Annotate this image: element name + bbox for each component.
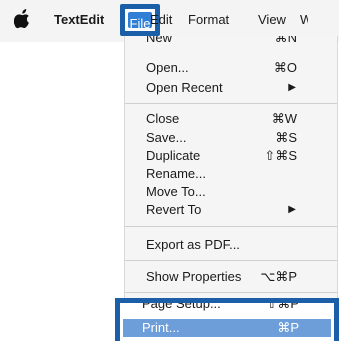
menu-item-move-to[interactable]: Move To... [125,184,337,200]
menu-view[interactable]: View [258,12,286,28]
menu-item-duplicate[interactable]: Duplicate ⇧⌘S [125,148,337,164]
menu-item-open-recent[interactable]: Open Recent ▶ [125,80,337,96]
menu-separator [125,292,337,293]
menu-separator [125,103,337,104]
menu-item-print[interactable]: Print... ⌘P [123,319,331,337]
menu-item-revert-to[interactable]: Revert To ▶ [125,202,337,218]
menu-item-rename[interactable]: Rename... [125,166,337,182]
menu-edit[interactable]: Edit [150,12,172,28]
submenu-arrow-icon: ▶ [288,204,296,215]
menu-app-name[interactable]: TextEdit [54,12,104,28]
menu-item-close[interactable]: Close ⌘W [125,111,337,127]
apple-icon[interactable] [14,9,30,29]
menu-separator [125,260,337,261]
file-menu-button[interactable]: File [128,12,152,31]
file-menu-label: File [129,16,151,31]
menu-separator [125,226,337,227]
menu-window[interactable]: W [300,12,308,28]
menu-item-show-properties[interactable]: Show Properties ⌥⌘P [125,269,337,285]
menu-item-export-pdf[interactable]: Export as PDF... [125,237,337,253]
menu-item-save[interactable]: Save... ⌘S [125,130,337,146]
file-dropdown-menu: New ⌘N Open... ⌘O Open Recent ▶ Close ⌘W… [125,36,337,341]
menu-item-page-setup[interactable]: Page Setup... ⇧⌘P [123,303,331,313]
menu-item-new[interactable]: New ⌘N [125,36,337,46]
submenu-arrow-icon: ▶ [288,82,296,93]
print-highlight-frame: Page Setup... ⇧⌘P Print... ⌘P [115,298,339,341]
menu-item-open[interactable]: Open... ⌘O [125,60,337,76]
menu-format[interactable]: Format [188,12,229,28]
